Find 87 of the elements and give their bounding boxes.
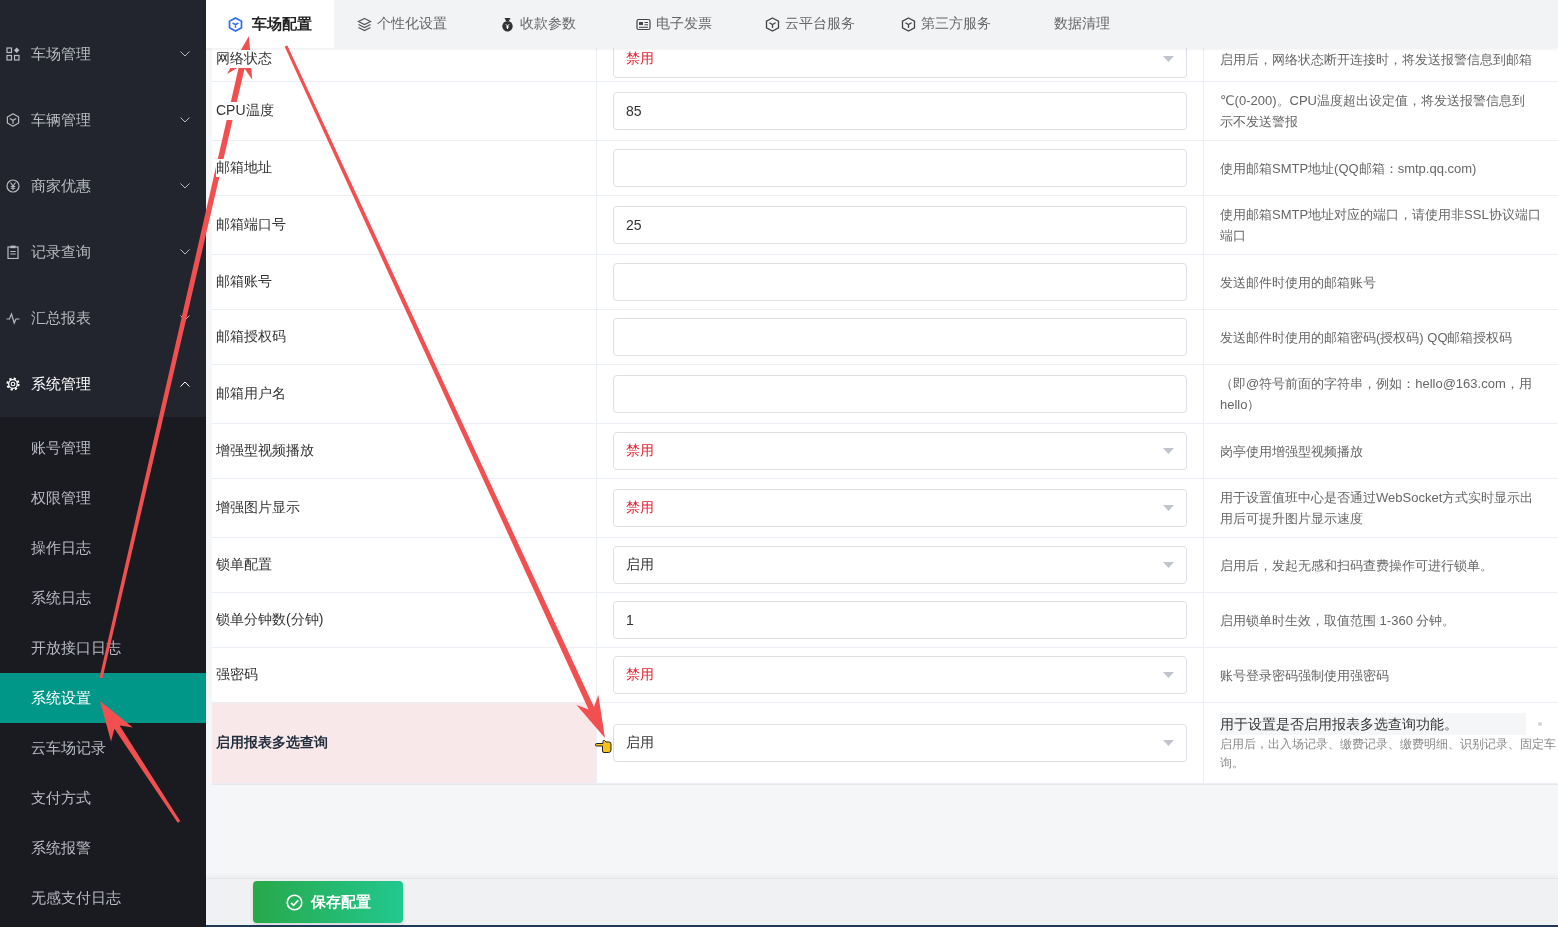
sidebar-submenu-item[interactable]: 账号管理 [0, 423, 206, 473]
select-field[interactable]: 禁用 [613, 489, 1187, 527]
caret-icon [1163, 505, 1174, 511]
setting-label: 启用报表多选查询 [216, 734, 328, 752]
select-field[interactable]: 禁用 [613, 656, 1187, 694]
money-bag-icon [500, 16, 515, 32]
pulse-icon [6, 311, 20, 325]
check-circle-icon [285, 893, 303, 911]
dot-icon [1538, 722, 1542, 726]
setting-label: 邮箱用户名 [216, 385, 286, 403]
select-field[interactable]: 启用 [613, 724, 1187, 762]
sidebar-submenu-item[interactable]: 权限管理 [0, 473, 206, 523]
setting-description: 用于设置值班中心是否通过WebSocket方式实时显示出 用后可提升图片显示速度 [1220, 489, 1534, 528]
select-field[interactable]: 启用 [613, 546, 1187, 584]
setting-description: 启用锁单时生效，取值范围 1-360 分钟。 [1220, 611, 1456, 630]
sidebar-submenu-item[interactable]: 系统日志 [0, 573, 206, 623]
setting-description: 使用邮箱SMTP地址(QQ邮箱：smtp.qq.com) [1220, 159, 1477, 178]
input-field[interactable]: 85 [613, 92, 1187, 130]
yen-circle-icon [6, 179, 20, 193]
sidebar-menu-item[interactable]: 车场管理 [0, 21, 206, 87]
caret-icon [1163, 740, 1174, 746]
setting-label: 强密码 [216, 666, 258, 684]
select-field[interactable]: 禁用 [613, 432, 1187, 470]
tab[interactable]: 数据清理 [1014, 0, 1150, 48]
setting-description: 发送邮件时使用的邮箱密码(授权码) QQ邮箱授权码 [1220, 328, 1513, 347]
sidebar-menu-item[interactable]: 记录查询 [0, 219, 206, 285]
setting-label: 网络状态 [216, 50, 272, 68]
cube-icon [901, 16, 916, 32]
setting-description: 启用后，网络状态断开连接时，将发送报警信息到邮箱 [1220, 50, 1532, 69]
tab[interactable]: 车场配置 [206, 0, 334, 48]
caret-icon [1163, 56, 1174, 62]
input-field[interactable] [613, 375, 1187, 413]
setting-description: 岗亭使用增强型视频播放 [1220, 442, 1363, 461]
chevron-up-icon [180, 381, 190, 387]
setting-note: 启用后，出入场记录、缴费记录、缴费明细、识别记录、固定车 询。 [1220, 736, 1556, 772]
tab[interactable]: 个性化设置 [334, 0, 470, 48]
sidebar-submenu-item[interactable]: 操作日志 [0, 523, 206, 573]
sidebar-submenu-item[interactable]: 系统设置 [0, 673, 206, 723]
tab[interactable]: 云平台服务 [742, 0, 878, 48]
input-field[interactable] [613, 149, 1187, 187]
sidebar-submenu-item[interactable]: 系统报警 [0, 823, 206, 873]
chevron-down-icon [180, 183, 190, 189]
hand-cursor-icon [595, 739, 612, 753]
input-field[interactable]: 1 [613, 601, 1187, 639]
select-field[interactable]: 禁用 [613, 48, 1187, 78]
setting-description: 账号登录密码强制使用强密码 [1220, 666, 1389, 685]
setting-label: 邮箱端口号 [216, 216, 286, 234]
setting-label: 邮箱授权码 [216, 328, 286, 346]
setting-description: 启用后，发起无感和扫码查费操作可进行锁单。 [1220, 556, 1493, 575]
caret-icon [1163, 448, 1174, 454]
card-icon [636, 16, 651, 32]
caret-icon [1163, 672, 1174, 678]
setting-label: 锁单配置 [216, 556, 272, 574]
sidebar-menu-item[interactable]: 系统管理 [0, 351, 206, 417]
setting-label: 增强型视频播放 [216, 442, 314, 460]
setting-description: （即@符号前面的字符串，例如：hello@163.com，用 hello） [1220, 375, 1532, 414]
cube-icon [228, 16, 243, 32]
sidebar-submenu-item[interactable]: 云车场记录 [0, 723, 206, 773]
setting-description: 发送邮件时使用的邮箱账号 [1220, 273, 1376, 292]
layers-icon [357, 16, 372, 32]
chevron-down-icon [180, 51, 190, 57]
clipboard-icon [6, 245, 20, 259]
setting-label: CPU温度 [216, 102, 274, 120]
setting-label: 邮箱地址 [216, 159, 272, 177]
setting-label: 邮箱账号 [216, 273, 272, 291]
chevron-down-icon [180, 249, 190, 255]
tab[interactable]: 第三方服务 [878, 0, 1014, 48]
gear-icon [6, 377, 20, 391]
chevron-down-icon [180, 117, 190, 123]
sidebar-menu-item[interactable]: 车辆管理 [0, 87, 206, 153]
setting-description: ℃(0-200)。CPU温度超出设定值，将发送报警信息到 示不发送警报 [1220, 92, 1525, 131]
setting-description: 用于设置是否启用报表多选查询功能。 [1220, 713, 1526, 735]
input-field[interactable] [613, 263, 1187, 301]
tab[interactable]: 收款参数 [470, 0, 606, 48]
setting-label: 锁单分钟数(分钟) [216, 611, 324, 629]
setting-description: 使用邮箱SMTP地址对应的端口，请使用非SSL协议端口 端口 [1220, 206, 1541, 245]
setting-label: 增强图片显示 [216, 499, 300, 517]
caret-icon [1163, 562, 1174, 568]
sidebar-menu-item[interactable]: 商家优惠 [0, 153, 206, 219]
tab[interactable]: 电子发票 [606, 0, 742, 48]
input-field[interactable]: 25 [613, 206, 1187, 244]
grid-icon [6, 47, 20, 61]
cube-icon [765, 16, 780, 32]
sidebar-submenu-item[interactable]: 无感支付日志 [0, 873, 206, 923]
cube-icon [6, 113, 20, 127]
input-field[interactable] [613, 318, 1187, 356]
sidebar-submenu-item[interactable]: 支付方式 [0, 773, 206, 823]
